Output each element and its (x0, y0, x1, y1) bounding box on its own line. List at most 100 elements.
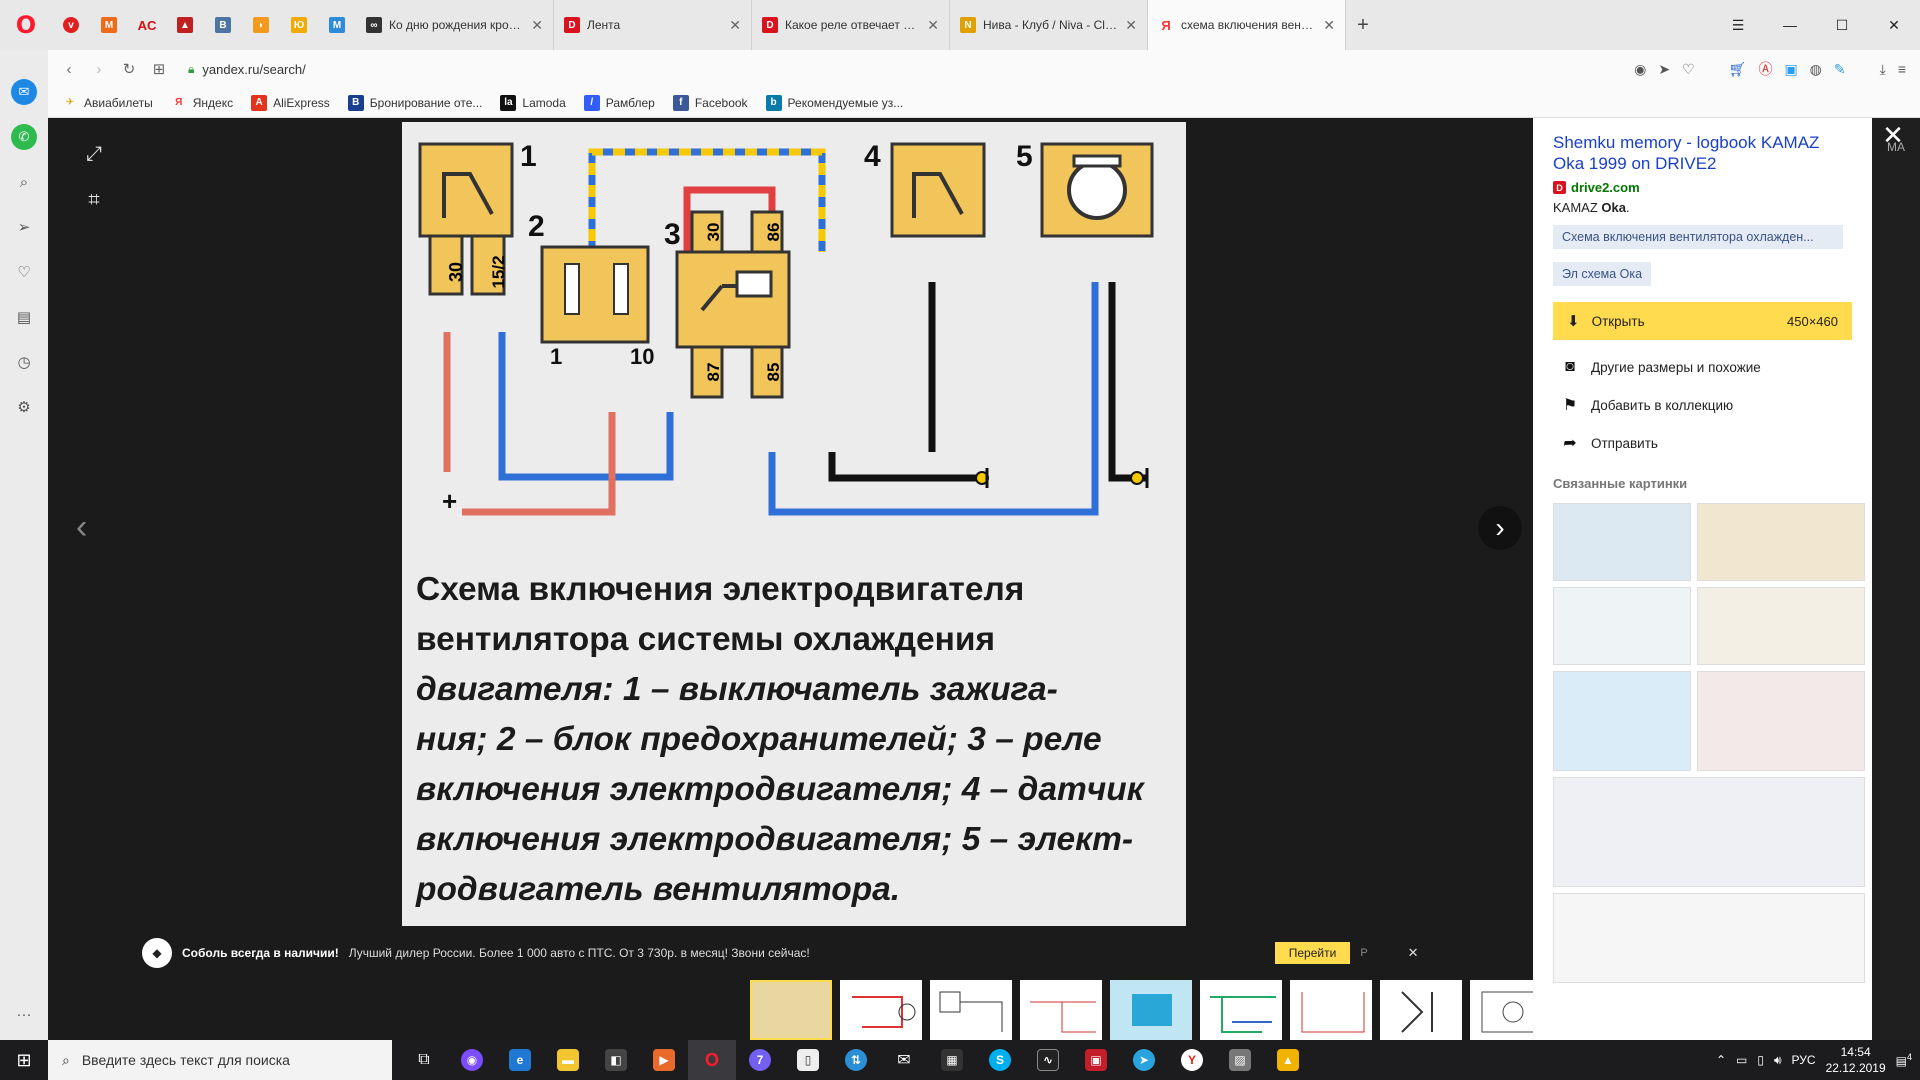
image-viewer-icon[interactable]: ▨ (1216, 1040, 1264, 1080)
settings-gear-icon[interactable]: ⚙ (8, 391, 40, 423)
forward-icon[interactable]: › (84, 50, 114, 88)
vpn-globe-icon[interactable]: ◍ (1810, 61, 1822, 78)
pinned-tab-car[interactable]: ▲ (166, 0, 204, 50)
pinned-tab-ok[interactable]: Ю (280, 0, 318, 50)
close-icon[interactable]: ✕ (1125, 17, 1137, 34)
pinned-tab-rss[interactable]: ◗ (242, 0, 280, 50)
windows-start-icon[interactable]: ⊞ (0, 1040, 48, 1080)
close-icon[interactable]: ✕ (729, 17, 741, 34)
related-image[interactable] (1697, 587, 1865, 665)
bookmark-heart-icon[interactable]: ♡ (1682, 61, 1695, 78)
bookmark-facebook[interactable]: f Facebook (672, 94, 748, 111)
more-icon[interactable]: ··· (8, 998, 40, 1030)
viber-icon[interactable]: 7 (736, 1040, 784, 1080)
close-icon[interactable]: ✕ (531, 17, 543, 34)
close-window-button[interactable]: ✕ (1868, 0, 1920, 50)
battery-icon[interactable]: ▯ (1757, 1053, 1764, 1067)
source-site[interactable]: D drive2.com (1553, 180, 1852, 195)
clock[interactable]: 14:54 22.12.2019 (1826, 1044, 1886, 1076)
related-image[interactable] (1553, 893, 1865, 983)
pin-icon[interactable]: ✎ (1834, 61, 1846, 78)
ad-title[interactable]: Соболь всегда в наличии! (182, 946, 339, 960)
telegram-icon[interactable]: ➤ (1120, 1040, 1168, 1080)
related-image[interactable] (1697, 503, 1865, 581)
pinned-tab-ac[interactable]: AC (128, 0, 166, 50)
task-view-icon[interactable]: ⧉ (400, 1040, 448, 1080)
tab-niva-club[interactable]: N Нива - Клуб / Niva - Club ✕ (950, 0, 1148, 50)
calculator-icon[interactable]: ▦ (928, 1040, 976, 1080)
folder-sync-icon[interactable]: ▲ (1264, 1040, 1312, 1080)
add-to-collection-action[interactable]: ⚑ Добавить в коллекцию (1553, 386, 1852, 424)
media-player-icon[interactable]: ▶ (640, 1040, 688, 1080)
tray-chevron-icon[interactable]: ⌃ (1716, 1053, 1726, 1067)
cloud-sync-icon[interactable]: ⇅ (832, 1040, 880, 1080)
pinned-tab-vivaldi[interactable]: v (52, 0, 90, 50)
bookmark-lamoda[interactable]: la Lamoda (500, 94, 566, 111)
url-field[interactable]: 🔒︎ yandex.ru/search/ (188, 62, 306, 77)
ad-close-icon[interactable]: ✕ (1408, 945, 1419, 961)
easy-setup-icon[interactable]: ≡ (1898, 61, 1906, 77)
tag-chip[interactable]: Схема включения вентилятора охлажден... (1553, 225, 1843, 249)
edge-icon[interactable]: e (496, 1040, 544, 1080)
send-icon[interactable]: ➤ (1658, 61, 1670, 78)
language-indicator[interactable]: РУС (1792, 1053, 1816, 1067)
thumbnail[interactable] (930, 980, 1012, 1040)
related-image[interactable] (1697, 671, 1865, 771)
related-image[interactable] (1553, 777, 1865, 887)
close-icon[interactable]: ✕ (927, 17, 939, 34)
previous-image-arrow-icon[interactable]: ‹ (76, 508, 87, 547)
bookmark-yandex[interactable]: Я Яндекс (171, 95, 233, 111)
mail-icon[interactable]: ✉ (880, 1040, 928, 1080)
search-icon[interactable]: ⌕ (8, 166, 40, 198)
source-page-title[interactable]: Shemku memory - logbook KAMAZ Oka 1999 o… (1553, 132, 1852, 174)
bookmark-recommended[interactable]: b Рекомендуемые уз... (765, 94, 903, 111)
fullscreen-icon[interactable]: ⤢ (78, 138, 110, 170)
skype-icon[interactable]: S (976, 1040, 1024, 1080)
pinned-tab-vk[interactable]: В (204, 0, 242, 50)
bookmark-rambler[interactable]: / Рамблер (583, 94, 655, 111)
opera-menu-icon[interactable]: O (0, 0, 52, 50)
thumbnail[interactable] (840, 980, 922, 1040)
reader-icon[interactable]: ▣ (1072, 1040, 1120, 1080)
maximize-button[interactable]: ☐ (1816, 0, 1868, 50)
thumbnail[interactable] (1020, 980, 1102, 1040)
speed-dial-icon[interactable]: ⊞ (144, 50, 174, 88)
tab-menu-icon[interactable]: ☰ (1712, 0, 1764, 50)
history-icon[interactable]: ◷ (8, 346, 40, 378)
document-icon[interactable]: ▯ (784, 1040, 832, 1080)
ad-go-button[interactable]: Перейти (1274, 942, 1351, 964)
bookmark-aviabilety[interactable]: ✈ Авиабилеты (62, 95, 153, 111)
messenger-icon[interactable]: ✉ (11, 79, 37, 105)
download-icon[interactable]: ⤓ (1880, 61, 1886, 78)
tab-birthday[interactable]: ∞ Ко дню рождения кроват ✕ (356, 0, 554, 50)
yandex-browser-icon[interactable]: Y (1168, 1040, 1216, 1080)
taskbar-search-box[interactable]: ⌕ Введите здесь текст для поиска (48, 1040, 392, 1080)
crop-icon[interactable]: ⌗ (78, 184, 110, 216)
reload-icon[interactable]: ↻ (114, 50, 144, 88)
thumbnail[interactable] (1110, 980, 1192, 1040)
bookmark-aliexpress[interactable]: A AliExpress (251, 94, 330, 111)
tab-relay[interactable]: D Какое реле отвечает за в ✕ (752, 0, 950, 50)
other-sizes-action[interactable]: ◙ Другие размеры и похожие (1553, 348, 1852, 386)
adblock-icon[interactable]: Ⓐ (1758, 59, 1772, 79)
related-image[interactable] (1553, 587, 1691, 665)
cart-icon[interactable]: 🛒︎ (1729, 61, 1747, 78)
open-image-button[interactable]: ⬇ Открыть 450×460 (1553, 302, 1852, 340)
extension-icon[interactable]: ▣ (1784, 61, 1797, 78)
file-explorer-icon[interactable]: ▬ (544, 1040, 592, 1080)
new-tab-button[interactable]: + (1346, 0, 1380, 50)
thumbnail[interactable] (1200, 980, 1282, 1040)
task-manager-icon[interactable]: ∿ (1024, 1040, 1072, 1080)
pinned-tab-mx[interactable]: M (90, 0, 128, 50)
pinned-tab-mr[interactable]: M (318, 0, 356, 50)
back-icon[interactable]: ‹ (54, 50, 84, 88)
heart-icon[interactable]: ♡ (8, 256, 40, 288)
thumbnail[interactable] (1290, 980, 1372, 1040)
next-image-arrow-icon[interactable]: › (1478, 506, 1522, 550)
minimize-button[interactable]: — (1764, 0, 1816, 50)
flow-icon[interactable]: ➢ (8, 211, 40, 243)
close-icon[interactable]: ✕ (1323, 17, 1335, 34)
thumbnail[interactable] (750, 980, 832, 1040)
bookmark-booking[interactable]: B Бронирование оте... (347, 94, 482, 111)
network-icon[interactable]: ▭ (1736, 1053, 1747, 1067)
